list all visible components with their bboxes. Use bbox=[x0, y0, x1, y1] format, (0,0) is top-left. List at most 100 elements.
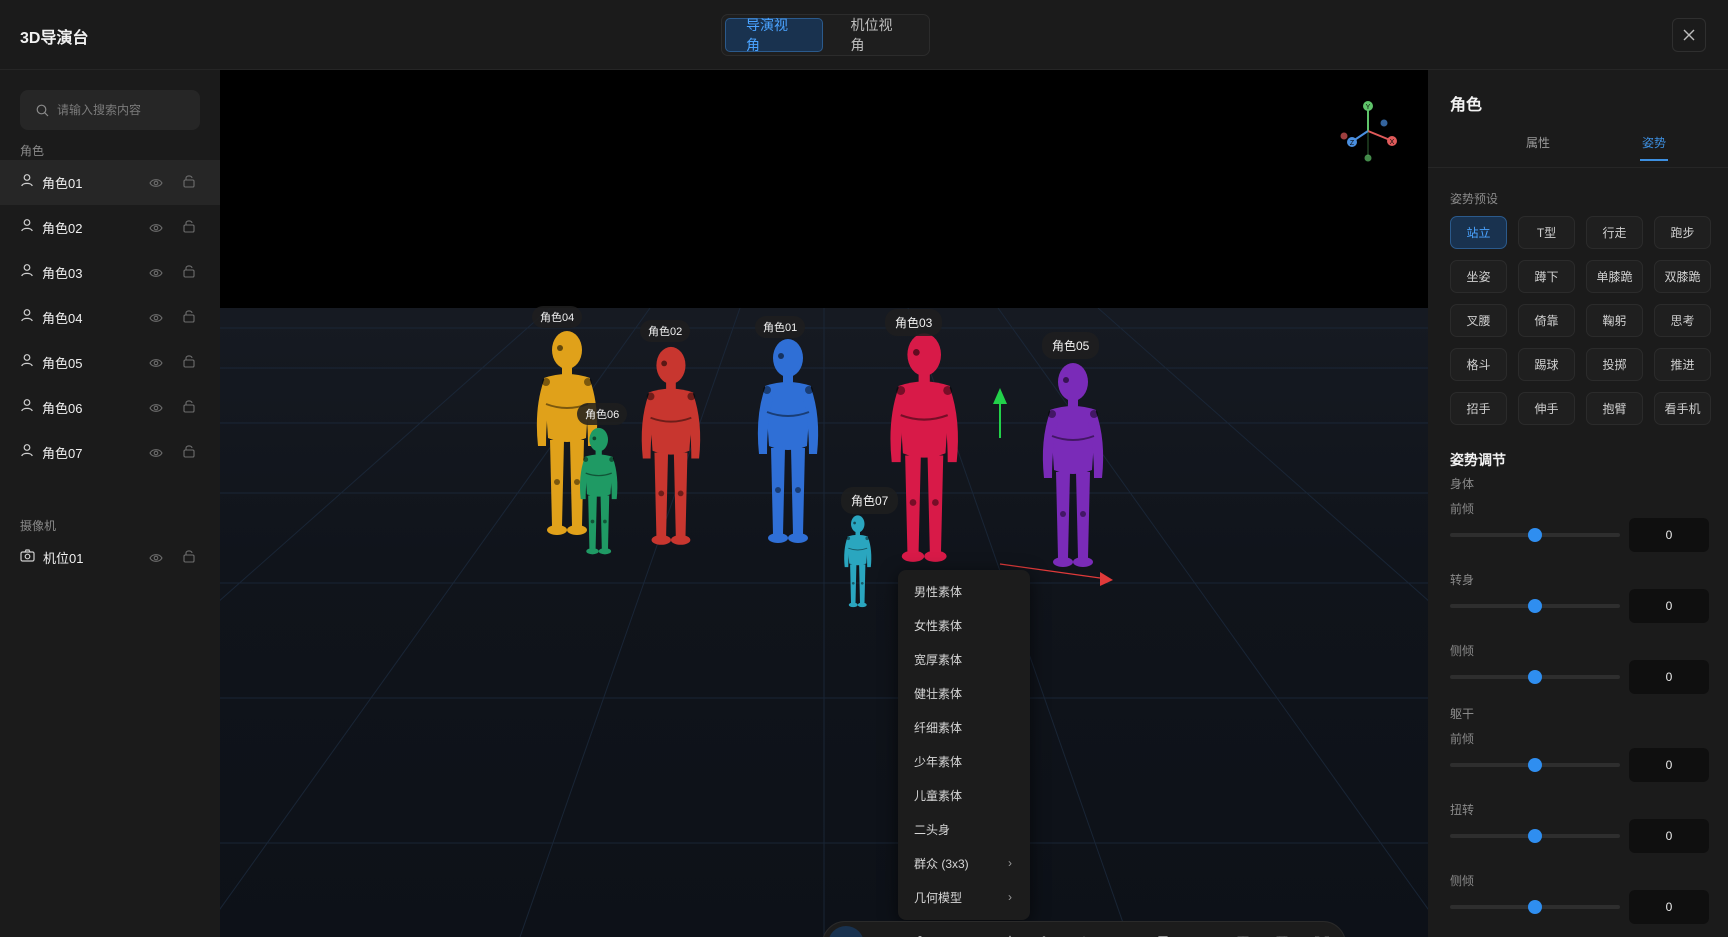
pose-preset-button[interactable]: 蹲下 bbox=[1518, 260, 1575, 293]
camera-tool-button[interactable] bbox=[1185, 926, 1221, 937]
pose-value-input[interactable]: 0 bbox=[1629, 589, 1709, 623]
frame-tool-button[interactable] bbox=[1146, 926, 1182, 937]
pose-value-input[interactable]: 0 bbox=[1629, 660, 1709, 694]
pose-slider[interactable] bbox=[1450, 670, 1620, 684]
slider-knob[interactable] bbox=[1528, 900, 1542, 914]
character-model[interactable] bbox=[536, 331, 598, 535]
pose-slider[interactable] bbox=[1450, 599, 1620, 613]
context-menu-item[interactable]: 女性素体 bbox=[898, 608, 1030, 642]
pose-preset-button[interactable]: 倚靠 bbox=[1518, 304, 1575, 337]
pose-preset-button[interactable]: 思考 bbox=[1654, 304, 1711, 337]
pose-slider[interactable] bbox=[1450, 528, 1620, 542]
pose-preset-button[interactable]: 双膝跪 bbox=[1654, 260, 1711, 293]
video-camera-tool-button[interactable] bbox=[1106, 926, 1142, 937]
pose-slider[interactable] bbox=[1450, 829, 1620, 843]
character-tag[interactable]: 角色02 bbox=[640, 320, 691, 342]
group-tool-button[interactable] bbox=[1066, 926, 1102, 937]
context-menu-item[interactable]: 二头身 bbox=[898, 812, 1030, 846]
tab-pose[interactable]: 姿势 bbox=[1642, 134, 1666, 151]
tab-director-view[interactable]: 导演视角 bbox=[725, 17, 823, 53]
context-menu-item[interactable]: 群众 (3x3) › bbox=[898, 846, 1030, 880]
pose-preset-button[interactable]: 单膝跪 bbox=[1586, 260, 1643, 293]
tab-camera-view[interactable]: 机位视角 bbox=[831, 17, 927, 53]
cube-tool-button[interactable] bbox=[1026, 926, 1062, 937]
character-tag[interactable]: 角色07 bbox=[841, 487, 899, 514]
pose-preset-button[interactable]: 行走 bbox=[1586, 216, 1643, 249]
lock-icon[interactable] bbox=[183, 264, 195, 283]
lock-icon[interactable] bbox=[183, 399, 195, 418]
character-model[interactable] bbox=[580, 427, 618, 555]
visibility-eye-icon[interactable] bbox=[149, 445, 163, 463]
pose-value-input[interactable]: 0 bbox=[1629, 819, 1709, 853]
pose-preset-button[interactable]: 站立 bbox=[1450, 216, 1507, 249]
pose-preset-button[interactable]: 伸手 bbox=[1518, 392, 1575, 425]
visibility-eye-icon[interactable] bbox=[149, 265, 163, 283]
rotate-tool-button[interactable] bbox=[868, 926, 904, 937]
slider-knob[interactable] bbox=[1528, 758, 1542, 772]
character-tag[interactable]: 角色05 bbox=[1042, 332, 1100, 359]
role-list-item[interactable]: 角色03 bbox=[0, 250, 220, 295]
context-menu-item[interactable]: 健壮素体 bbox=[898, 676, 1030, 710]
bone-tool-button[interactable] bbox=[907, 926, 943, 937]
camera-list-item[interactable]: 机位01 bbox=[0, 535, 220, 580]
context-menu-item[interactable]: 儿童素体 bbox=[898, 778, 1030, 812]
pose-preset-button[interactable]: 跑步 bbox=[1654, 216, 1711, 249]
3d-viewport[interactable]: Y X Z 角色04 角色02 角色01 角色03 角色05 角色06 角色07… bbox=[220, 70, 1428, 937]
lock-icon[interactable] bbox=[183, 354, 195, 373]
visibility-eye-icon[interactable] bbox=[149, 175, 163, 193]
visibility-eye-icon[interactable] bbox=[149, 550, 163, 568]
lock-icon[interactable] bbox=[183, 219, 195, 238]
pose-slider[interactable] bbox=[1450, 758, 1620, 772]
tab-properties[interactable]: 属性 bbox=[1526, 134, 1550, 151]
pose-preset-button[interactable]: 叉腰 bbox=[1450, 304, 1507, 337]
pose-preset-button[interactable]: 招手 bbox=[1450, 392, 1507, 425]
pose-preset-button[interactable]: 抱臂 bbox=[1586, 392, 1643, 425]
visibility-eye-icon[interactable] bbox=[149, 220, 163, 238]
move-gizmo-tool-button[interactable] bbox=[828, 926, 864, 937]
add-image-tool-button[interactable] bbox=[987, 926, 1023, 937]
lock-icon[interactable] bbox=[183, 444, 195, 463]
lock-icon[interactable] bbox=[183, 174, 195, 193]
fullscreen-tool-button[interactable] bbox=[1304, 926, 1340, 937]
character-tag[interactable]: 角色03 bbox=[885, 309, 943, 336]
slider-knob[interactable] bbox=[1528, 829, 1542, 843]
lock-icon[interactable] bbox=[183, 549, 195, 568]
visibility-eye-icon[interactable] bbox=[149, 310, 163, 328]
pose-preset-button[interactable]: 推进 bbox=[1654, 348, 1711, 381]
context-menu-item[interactable]: 男性素体 bbox=[898, 574, 1030, 608]
role-list-item[interactable]: 角色06 bbox=[0, 385, 220, 430]
role-list-item[interactable]: 角色01 bbox=[0, 160, 220, 205]
pose-slider[interactable] bbox=[1450, 900, 1620, 914]
role-list-item[interactable]: 角色05 bbox=[0, 340, 220, 385]
pose-preset-button[interactable]: 鞠躬 bbox=[1586, 304, 1643, 337]
character-tag[interactable]: 角色04 bbox=[532, 306, 583, 328]
slider-knob[interactable] bbox=[1528, 599, 1542, 613]
context-menu-item[interactable]: 几何模型 › bbox=[898, 880, 1030, 914]
character-model[interactable] bbox=[641, 346, 701, 545]
close-button[interactable] bbox=[1672, 18, 1706, 52]
visibility-eye-icon[interactable] bbox=[149, 355, 163, 373]
role-list-item[interactable]: 角色02 bbox=[0, 205, 220, 250]
slider-knob[interactable] bbox=[1528, 670, 1542, 684]
add-character-tool-button[interactable] bbox=[947, 926, 983, 937]
search-input[interactable] bbox=[57, 103, 187, 117]
pose-preset-button[interactable]: 格斗 bbox=[1450, 348, 1507, 381]
role-list-item[interactable]: 角色07 bbox=[0, 430, 220, 475]
pose-preset-button[interactable]: 踢球 bbox=[1518, 348, 1575, 381]
slider-knob[interactable] bbox=[1528, 528, 1542, 542]
pose-value-input[interactable]: 0 bbox=[1629, 748, 1709, 782]
grid-view-tool-button[interactable] bbox=[1225, 926, 1261, 937]
pose-preset-button[interactable]: 看手机 bbox=[1654, 392, 1711, 425]
pose-value-input[interactable]: 0 bbox=[1629, 518, 1709, 552]
context-menu-item[interactable]: 少年素体 bbox=[898, 744, 1030, 778]
pose-value-input[interactable]: 0 bbox=[1629, 890, 1709, 924]
pose-preset-button[interactable]: T型 bbox=[1518, 216, 1575, 249]
lock-icon[interactable] bbox=[183, 309, 195, 328]
pose-preset-button[interactable]: 坐姿 bbox=[1450, 260, 1507, 293]
pose-preset-button[interactable]: 投掷 bbox=[1586, 348, 1643, 381]
role-list-item[interactable]: 角色04 bbox=[0, 295, 220, 340]
character-tag[interactable]: 角色01 bbox=[755, 316, 806, 338]
visibility-eye-icon[interactable] bbox=[149, 400, 163, 418]
context-menu-item[interactable]: 纤细素体 bbox=[898, 710, 1030, 744]
context-menu-item[interactable]: 宽厚素体 bbox=[898, 642, 1030, 676]
